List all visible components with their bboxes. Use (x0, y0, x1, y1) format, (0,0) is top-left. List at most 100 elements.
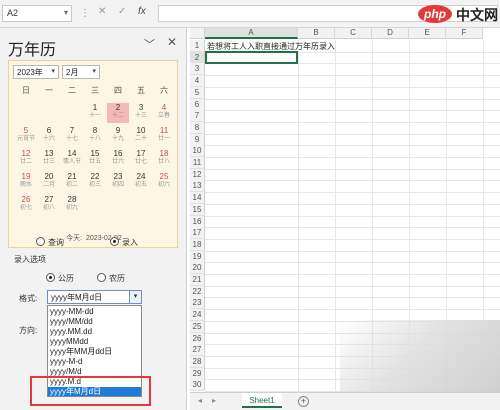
format-option[interactable]: yyyy/M/d (48, 367, 141, 376)
calendar-day[interactable]: 11 廿一 (153, 126, 175, 146)
prev-sheet-icon[interactable]: ◂ (198, 396, 202, 405)
calendar-day[interactable]: 12 廿二 (15, 149, 37, 169)
row-header[interactable]: 5 (190, 86, 205, 99)
row-header[interactable]: 29 (190, 367, 205, 380)
calendar-day[interactable]: 26 初七 (15, 195, 37, 215)
calendar-day[interactable]: 23 初四 (107, 172, 129, 192)
format-select-value: yyyy年M月d日 (51, 293, 103, 302)
calendar-day[interactable]: 1 十一 (84, 103, 106, 123)
calendar-day[interactable]: 20 二月 (38, 172, 60, 192)
select-all-corner[interactable] (190, 28, 205, 39)
year-select[interactable]: 2023年 ▾ (13, 65, 59, 79)
format-option[interactable]: yyyy/MM/dd (48, 317, 141, 326)
row-header[interactable]: 13 (190, 180, 205, 193)
row-header[interactable]: 20 (190, 262, 205, 275)
row-header[interactable]: 28 (190, 355, 205, 368)
lunar-radio[interactable] (97, 273, 106, 282)
add-sheet-icon[interactable]: + (298, 396, 309, 407)
lunar-day-label: 廿三 (42, 159, 55, 165)
grid-row-line (205, 309, 500, 311)
calendar-day[interactable]: 9 十九 (107, 126, 129, 146)
row-header[interactable]: 15 (190, 203, 205, 216)
column-header[interactable]: D (372, 28, 409, 39)
chevron-down-icon[interactable]: ▾ (64, 8, 68, 17)
calendar-day[interactable]: 2 十二 (107, 103, 129, 123)
calendar-day[interactable]: 15 廿五 (84, 149, 106, 169)
row-header[interactable]: 18 (190, 238, 205, 251)
name-box[interactable]: A2 ▾ (2, 5, 72, 22)
month-select[interactable]: 2月 ▾ (62, 65, 100, 79)
row-header[interactable]: 7 (190, 110, 205, 123)
confirm-icon[interactable]: ✓ (118, 6, 126, 17)
row-header[interactable]: 11 (190, 157, 205, 169)
row-header[interactable]: 16 (190, 215, 205, 228)
row-header[interactable]: 9 (190, 133, 205, 146)
row-header[interactable]: 22 (190, 285, 205, 298)
calendar-day[interactable]: 6 十六 (38, 126, 60, 146)
format-option[interactable]: yyyyMMdd (48, 337, 141, 346)
calendar-day[interactable]: 16 廿六 (107, 149, 129, 169)
day-number: 25 (159, 172, 169, 181)
today-line[interactable]: 今天: 2023-02-02 (9, 233, 179, 243)
row-header[interactable]: 14 (190, 192, 205, 205)
pane-options-chevron-icon[interactable]: ﹀ (144, 36, 155, 52)
calendar-day[interactable]: 22 初三 (84, 172, 106, 192)
close-icon[interactable]: ✕ (167, 35, 177, 49)
row-header[interactable]: 1 (190, 40, 205, 52)
sheet-tab[interactable]: Sheet1 (242, 393, 282, 408)
row-header[interactable]: 6 (190, 98, 205, 111)
calendar-day[interactable]: 7 十七 (61, 126, 83, 146)
calendar-day[interactable]: 8 十八 (84, 126, 106, 146)
active-cell-a2[interactable] (205, 51, 298, 64)
calendar-day[interactable]: 14 情人节 (61, 149, 83, 169)
row-header[interactable]: 10 (190, 145, 205, 158)
column-header[interactable]: C (335, 28, 372, 39)
format-option[interactable]: yyyy年MM月dd日 (48, 347, 141, 356)
format-option[interactable]: yyyy-MM-dd (48, 307, 141, 316)
calendar-day[interactable]: 19 雨水 (15, 172, 37, 192)
row-header[interactable]: 23 (190, 297, 205, 310)
solar-radio[interactable] (46, 273, 55, 282)
column-header[interactable]: F (446, 28, 483, 39)
format-select[interactable]: yyyy年M月d日 ▾ (47, 290, 142, 304)
solar-radio-label: 公历 (58, 274, 74, 283)
row-header[interactable]: 3 (190, 63, 205, 76)
day-number: 19 (21, 172, 31, 181)
column-header[interactable]: A (205, 28, 298, 39)
day-number: 16 (113, 149, 123, 158)
calendar-day[interactable]: 25 初六 (153, 172, 175, 192)
row-header[interactable]: 4 (190, 75, 205, 88)
row-header[interactable]: 19 (190, 250, 205, 263)
column-header[interactable]: B (298, 28, 335, 39)
row-header[interactable]: 8 (190, 121, 205, 134)
row-header[interactable]: 17 (190, 227, 205, 240)
calendar-day[interactable]: 28 初九 (61, 195, 83, 215)
row-header[interactable]: 2 (190, 51, 205, 64)
row-header[interactable]: 27 (190, 344, 205, 357)
enter-radio[interactable] (110, 237, 119, 246)
function-icon[interactable]: fx (138, 6, 146, 17)
calendar-day[interactable]: 5 元宵节 (15, 126, 37, 146)
row-header[interactable]: 30 (190, 379, 205, 392)
calendar-day[interactable]: 10 二十 (130, 126, 152, 146)
calendar-day[interactable]: 21 初二 (61, 172, 83, 192)
calendar-day[interactable]: 3 十三 (130, 103, 152, 123)
row-header[interactable]: 12 (190, 168, 205, 181)
calendar-day[interactable]: 17 廿七 (130, 149, 152, 169)
calendar-day[interactable]: 13 廿三 (38, 149, 60, 169)
format-option[interactable]: yyyy.MM.dd (48, 327, 141, 336)
row-header[interactable]: 25 (190, 320, 205, 333)
calendar-day[interactable]: 4 立春 (153, 103, 175, 123)
format-option[interactable]: yyyy-M-d (48, 357, 141, 366)
query-radio[interactable] (36, 237, 45, 246)
chevron-down-icon[interactable]: ▾ (129, 291, 141, 303)
cancel-icon[interactable]: ✕ (98, 6, 106, 17)
calendar-day[interactable]: 27 初八 (38, 195, 60, 215)
calendar-day[interactable]: 18 廿八 (153, 149, 175, 169)
calendar-day[interactable]: 24 初五 (130, 172, 152, 192)
column-header[interactable]: E (409, 28, 446, 39)
next-sheet-icon[interactable]: ▸ (212, 396, 216, 405)
row-header[interactable]: 24 (190, 309, 205, 322)
row-header[interactable]: 21 (190, 274, 205, 286)
row-header[interactable]: 26 (190, 332, 205, 345)
